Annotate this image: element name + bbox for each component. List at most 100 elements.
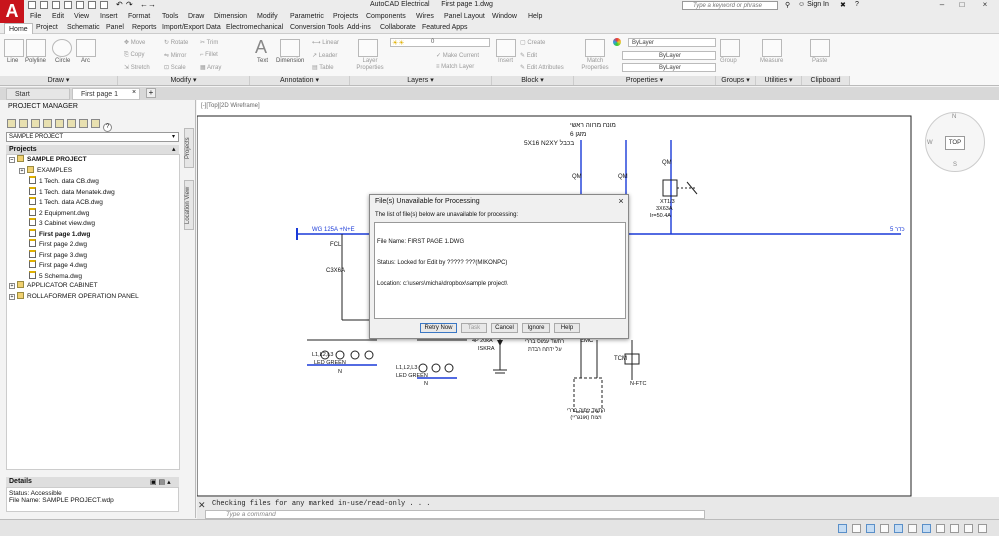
grid-icon[interactable] <box>852 524 861 533</box>
menu-draw[interactable]: Draw <box>188 13 204 20</box>
menu-parametric[interactable]: Parametric <box>290 13 324 20</box>
scale-button[interactable]: ⊡ Scale <box>164 64 186 71</box>
tree-item[interactable]: 1 Tech. data ACB.dwg <box>29 197 103 208</box>
tree-item[interactable]: First page 2.dwg <box>29 239 87 250</box>
tab-start[interactable]: Start <box>6 88 70 100</box>
tree-item[interactable]: First page 1.dwg <box>29 228 90 240</box>
panel-title-properties[interactable]: Properties ▾ <box>574 76 716 85</box>
menu-dimension[interactable]: Dimension <box>214 13 247 20</box>
measure-icon[interactable] <box>762 39 782 57</box>
help-button[interactable]: Help <box>554 323 580 333</box>
polar-tracking-icon[interactable] <box>894 524 903 533</box>
menu-projects[interactable]: Projects <box>333 13 358 20</box>
retry-now-button[interactable]: Retry Now <box>420 323 457 333</box>
text-icon[interactable]: A <box>255 37 267 58</box>
make-current-button[interactable]: ✓ Make Current <box>436 52 479 59</box>
edit-attributes-button[interactable]: ✎ Edit Attributes <box>520 64 564 71</box>
binoculars-icon[interactable]: ⚲ <box>785 1 790 9</box>
task-button[interactable]: Task <box>461 323 487 333</box>
save-as-icon[interactable] <box>64 1 72 9</box>
ignore-button[interactable]: Ignore <box>522 323 550 333</box>
expand-icon[interactable]: + <box>9 283 15 289</box>
panel-title-annotation[interactable]: Annotation ▾ <box>250 76 350 85</box>
dialog-close-icon[interactable]: × <box>616 196 626 206</box>
autocad-logo-icon[interactable]: A <box>0 0 24 24</box>
line-icon[interactable] <box>4 39 24 57</box>
menu-insert[interactable]: Insert <box>100 13 118 20</box>
plot-icon[interactable] <box>76 1 84 9</box>
viewcube-s[interactable]: S <box>953 162 957 168</box>
tab-add-ins[interactable]: Add-ins <box>343 24 375 31</box>
menu-panel-layout[interactable]: Panel Layout <box>444 13 485 20</box>
tab-location-view[interactable]: Location View <box>184 180 194 230</box>
save-icon[interactable] <box>52 1 60 9</box>
dialog-file-list[interactable]: File Name: FIRST PAGE 1.DWG Status: Lock… <box>374 222 626 319</box>
panel-title-block[interactable]: Block ▾ <box>492 76 574 85</box>
linear-button[interactable]: ⟷ Linear <box>312 39 339 46</box>
viewcube-top-face[interactable]: TOP <box>945 136 965 150</box>
menu-edit[interactable]: Edit <box>52 13 64 20</box>
linetype-dropdown[interactable]: ByLayer <box>622 51 716 60</box>
open-project-icon[interactable] <box>7 119 16 128</box>
menu-file[interactable]: File <box>30 13 41 20</box>
stretch-button[interactable]: ⇲ Stretch <box>124 64 150 71</box>
create-block-button[interactable]: ▢ Create <box>520 39 545 46</box>
trim-button[interactable]: ✂ Trim <box>200 39 218 46</box>
circle-icon[interactable] <box>52 39 72 57</box>
layer-properties-icon[interactable] <box>358 39 378 57</box>
panel-title-clipboard[interactable]: Clipboard <box>802 76 850 85</box>
details-icons[interactable]: ▣ ▤ ▴ <box>150 478 171 486</box>
project-settings-icon[interactable] <box>55 119 64 128</box>
properties-icon[interactable] <box>100 1 108 9</box>
polyline-icon[interactable] <box>26 39 46 57</box>
project-combo[interactable]: SAMPLE PROJECT <box>6 132 179 142</box>
menu-components[interactable]: Components <box>366 13 406 20</box>
expand-icon[interactable]: − <box>9 157 15 163</box>
lineweight-dropdown[interactable]: ByLayer <box>622 63 716 72</box>
tree-item[interactable]: + EXAMPLES <box>19 165 72 177</box>
exchange-icon[interactable]: ✖ <box>840 1 846 9</box>
minimize-icon[interactable]: – <box>935 0 949 11</box>
panel-title-modify[interactable]: Modify ▾ <box>118 76 250 85</box>
object-snap-tracking-icon[interactable] <box>922 524 931 533</box>
tab-reports[interactable]: Reports <box>128 24 161 31</box>
tab-project[interactable]: Project <box>32 24 62 31</box>
match-layer-button[interactable]: ≡ Match Layer <box>436 64 474 70</box>
tab-panel[interactable]: Panel <box>102 24 128 31</box>
menu-help[interactable]: Help <box>528 13 542 20</box>
chevron-down-icon[interactable]: ▾ <box>172 133 175 140</box>
search-input[interactable]: Type a keyword or phrase <box>682 1 778 10</box>
insert-block-icon[interactable] <box>496 39 516 57</box>
ortho-icon[interactable] <box>880 524 889 533</box>
menu-wires[interactable]: Wires <box>416 13 434 20</box>
close-tab-icon[interactable]: × <box>132 89 136 96</box>
group-icon[interactable] <box>720 39 740 57</box>
expand-icon[interactable]: + <box>19 167 25 174</box>
menu-window[interactable]: Window <box>492 13 517 20</box>
snap-mode-icon[interactable] <box>866 524 875 533</box>
tab-projects[interactable]: Projects <box>184 128 194 168</box>
close-window-icon[interactable]: × <box>978 0 992 11</box>
tab-electromechanical[interactable]: Electromechanical <box>222 24 287 31</box>
new-drawing-icon[interactable] <box>31 119 40 128</box>
tree-item[interactable]: First page 3.dwg <box>29 249 87 261</box>
update-icon[interactable] <box>67 119 76 128</box>
rotate-button[interactable]: ↻ Rotate <box>164 39 188 46</box>
maximize-icon[interactable]: □ <box>955 0 969 11</box>
menu-tools[interactable]: Tools <box>162 13 178 20</box>
menu-format[interactable]: Format <box>128 13 150 20</box>
help-icon[interactable]: ? <box>855 1 859 8</box>
layer-dropdown[interactable]: 0 <box>390 38 490 47</box>
panel-title-layers[interactable]: Layers ▾ <box>350 76 492 85</box>
tab-collaborate[interactable]: Collaborate <box>376 24 420 31</box>
web-icon[interactable] <box>88 1 96 9</box>
mirror-button[interactable]: ⇋ Mirror <box>164 52 186 59</box>
refresh-icon[interactable] <box>43 119 52 128</box>
new-tab-icon[interactable]: + <box>146 88 156 98</box>
tree-item[interactable]: 1 Tech. data Menatek.dwg <box>29 186 115 198</box>
table-button[interactable]: ▤ Table <box>312 64 334 71</box>
model-space-icon[interactable] <box>838 524 847 533</box>
object-snap-icon[interactable] <box>936 524 945 533</box>
sign-in-button[interactable]: ☺ Sign In <box>798 1 829 8</box>
tree-item[interactable]: + ROLLAFORMER OPERATION PANEL <box>9 291 139 303</box>
